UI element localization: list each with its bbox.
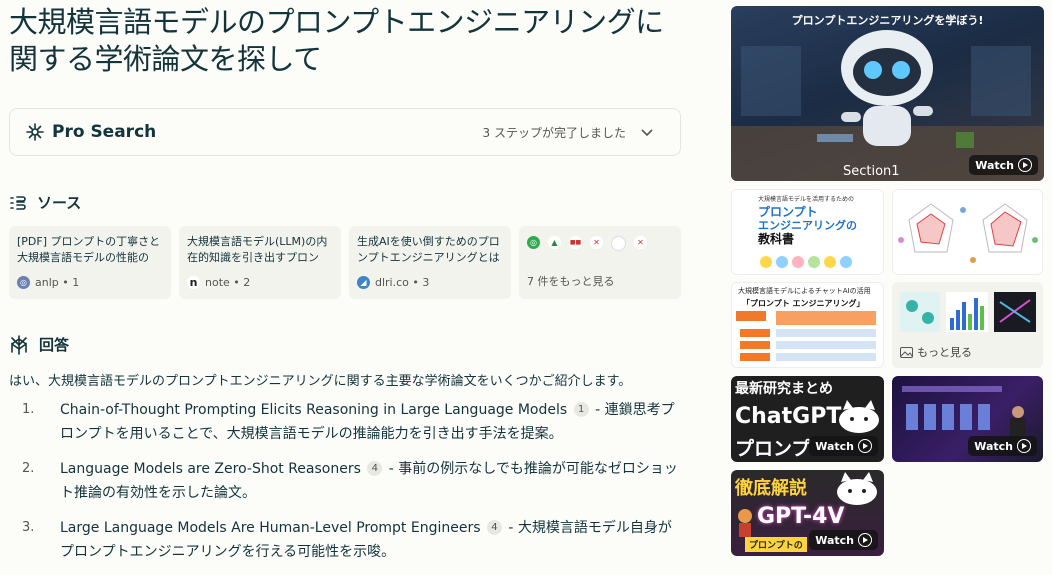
more-images-card[interactable]: もっと見る [892, 282, 1043, 368]
watch-button[interactable]: Watch [968, 436, 1037, 456]
source-favicons: ◎ ▲ ■■ ✕ ✕ [527, 236, 673, 251]
citation-badge[interactable]: 4 [367, 461, 383, 476]
watch-button[interactable]: Watch [809, 436, 878, 456]
favicon-icon: ▲ [548, 236, 561, 249]
globe-icon: ◎ [17, 276, 30, 289]
video4-line1: 徹底解説 [735, 478, 807, 499]
video-thumbnail-robot[interactable]: プロンプトエンジニアリングを学ぼう! Section1 Watch [731, 6, 1044, 181]
favicon-icon: ◎ [527, 236, 540, 249]
video2-line3: プロンプ [735, 438, 811, 460]
more-sources-label: 7 件をもっと見る [527, 275, 615, 288]
more-images-label: もっと見る [917, 346, 972, 359]
paper-title: Language Models are Zero-Shot Reasoners [60, 461, 361, 477]
video4-line3: プロンプトの [745, 537, 807, 552]
cat-illustration [837, 472, 877, 505]
sources-list: [PDF] プロンプトの丁寧さと大規模言語モデルの性能の関... ◎ anlp … [9, 226, 681, 299]
answer-icon [11, 334, 27, 355]
answer-heading: 回答 [9, 334, 69, 355]
source-card[interactable]: 生成AIを使い倒すためのプロンプトエンジニアリングとは 〜大... ◢ dlri… [349, 226, 511, 299]
sparkle-icon [26, 123, 44, 141]
source-meta: ◢ dlri.co • 3 [357, 276, 429, 289]
book-icons [760, 256, 852, 268]
watch-button[interactable]: Watch [969, 155, 1038, 175]
source-title: 大規模言語モデル(LLM)の内在的知識を引き出すプロンプ... [187, 235, 328, 264]
dlri-logo-icon: ◢ [357, 276, 370, 289]
radar-chart-image[interactable] [892, 189, 1043, 275]
book-cover-image[interactable]: 大規模言語モデルを活用するための プロンプト エンジニアリングの 教科書 [731, 189, 884, 275]
list-item: 1. Chain-of-Thought Prompting Elicits Re… [22, 398, 682, 446]
list-number: 3. [22, 520, 35, 535]
list-number: 2. [22, 461, 35, 476]
paper-title: Large Language Models Are Human-Level Pr… [60, 520, 481, 536]
play-icon [858, 533, 872, 547]
sources-heading-label: ソース [37, 194, 82, 212]
book-title-line1: プロンプト [758, 205, 818, 219]
source-site: dlri.co [375, 276, 409, 289]
slide-diagram [736, 311, 876, 361]
play-icon [1017, 439, 1031, 453]
answer-heading-label: 回答 [39, 336, 70, 354]
page-title: 大規模言語モデルのプロンプトエンジニアリングに関する学術論文を探して [9, 5, 664, 76]
source-site: note [205, 276, 230, 289]
source-site: anlp [35, 276, 59, 289]
source-number: 1 [72, 276, 80, 289]
more-sources-card[interactable]: ◎ ▲ ■■ ✕ ✕ 7 件をもっと見る [519, 226, 681, 299]
citation-badge[interactable]: 4 [486, 520, 502, 535]
list-item: 2. Language Models are Zero-Shot Reasone… [22, 457, 682, 505]
chevron-down-icon[interactable] [640, 125, 654, 139]
favicon-icon: ■■ [569, 236, 582, 249]
play-icon [1018, 158, 1032, 172]
video-thumbnail-chatgpt[interactable]: 最新研究まとめ ChatGPT プロンプ Watch [731, 376, 884, 462]
citation-badge[interactable]: 1 [573, 402, 589, 417]
image-icon [900, 346, 913, 358]
section-label: Section1 [843, 164, 900, 179]
slide-top-text: 大規模言語モデルによるチャットAIの活用 [738, 287, 871, 295]
video2-line1: 最新研究まとめ [735, 381, 833, 397]
image-thumbnails [900, 292, 1036, 332]
source-number: 3 [422, 276, 430, 289]
play-icon [858, 439, 872, 453]
video-thumbnail-presentation[interactable]: Watch [892, 376, 1043, 462]
favicon-icon: ✕ [590, 236, 603, 249]
character-illustration [738, 509, 752, 537]
steps-status: 3 ステップが完了しました [482, 125, 626, 140]
source-card[interactable]: 大規模言語モデル(LLM)の内在的知識を引き出すプロンプ... n note •… [179, 226, 341, 299]
pro-search-panel[interactable]: Pro Search 3 ステップが完了しました [9, 108, 681, 156]
source-card[interactable]: [PDF] プロンプトの丁寧さと大規模言語モデルの性能の関... ◎ anlp … [9, 226, 171, 299]
video-thumbnail-gpt4v[interactable]: 徹底解説 GPT-4V プロンプトの Watch [731, 470, 884, 556]
favicon-icon: ✕ [634, 236, 647, 249]
note-logo-icon: n [187, 276, 200, 289]
slide-image[interactable]: 大規模言語モデルによるチャットAIの活用 「プロンプト エンジニアリング」 [731, 282, 884, 368]
source-meta: n note • 2 [187, 276, 250, 289]
source-meta: ◎ anlp • 1 [17, 276, 79, 289]
source-title: 生成AIを使い倒すためのプロンプトエンジニアリングとは 〜大... [357, 235, 500, 264]
cat-illustration [839, 400, 879, 433]
slide-title: 「プロンプト エンジニアリング」 [742, 299, 865, 308]
source-number: 2 [243, 276, 251, 289]
favicon-icon [611, 236, 626, 251]
answer-intro: はい、大規模言語モデルのプロンプトエンジニアリングに関する主要な学術論文をいくつ… [9, 374, 632, 389]
book-title-line3: 教科書 [758, 232, 795, 246]
book-top-text: 大規模言語モデルを活用するための [758, 196, 855, 203]
book-title-line2: エンジニアリングの [758, 219, 857, 232]
paper-list: 1. Chain-of-Thought Prompting Elicits Re… [22, 398, 682, 575]
radar-chart-illustration [898, 203, 1038, 263]
source-title: [PDF] プロンプトの丁寧さと大規模言語モデルの性能の関... [17, 235, 161, 264]
list-item: 3. Large Language Models Are Human-Level… [22, 516, 682, 564]
video4-line2: GPT-4V [757, 504, 845, 529]
paper-title: Chain-of-Thought Prompting Elicits Reaso… [60, 402, 568, 418]
sources-heading: ソース [9, 192, 81, 213]
video2-line2: ChatGPT [735, 404, 842, 429]
sources-icon [10, 195, 26, 210]
watch-button[interactable]: Watch [809, 530, 878, 550]
list-number: 1. [22, 402, 35, 417]
pro-search-label: Pro Search [52, 122, 157, 142]
